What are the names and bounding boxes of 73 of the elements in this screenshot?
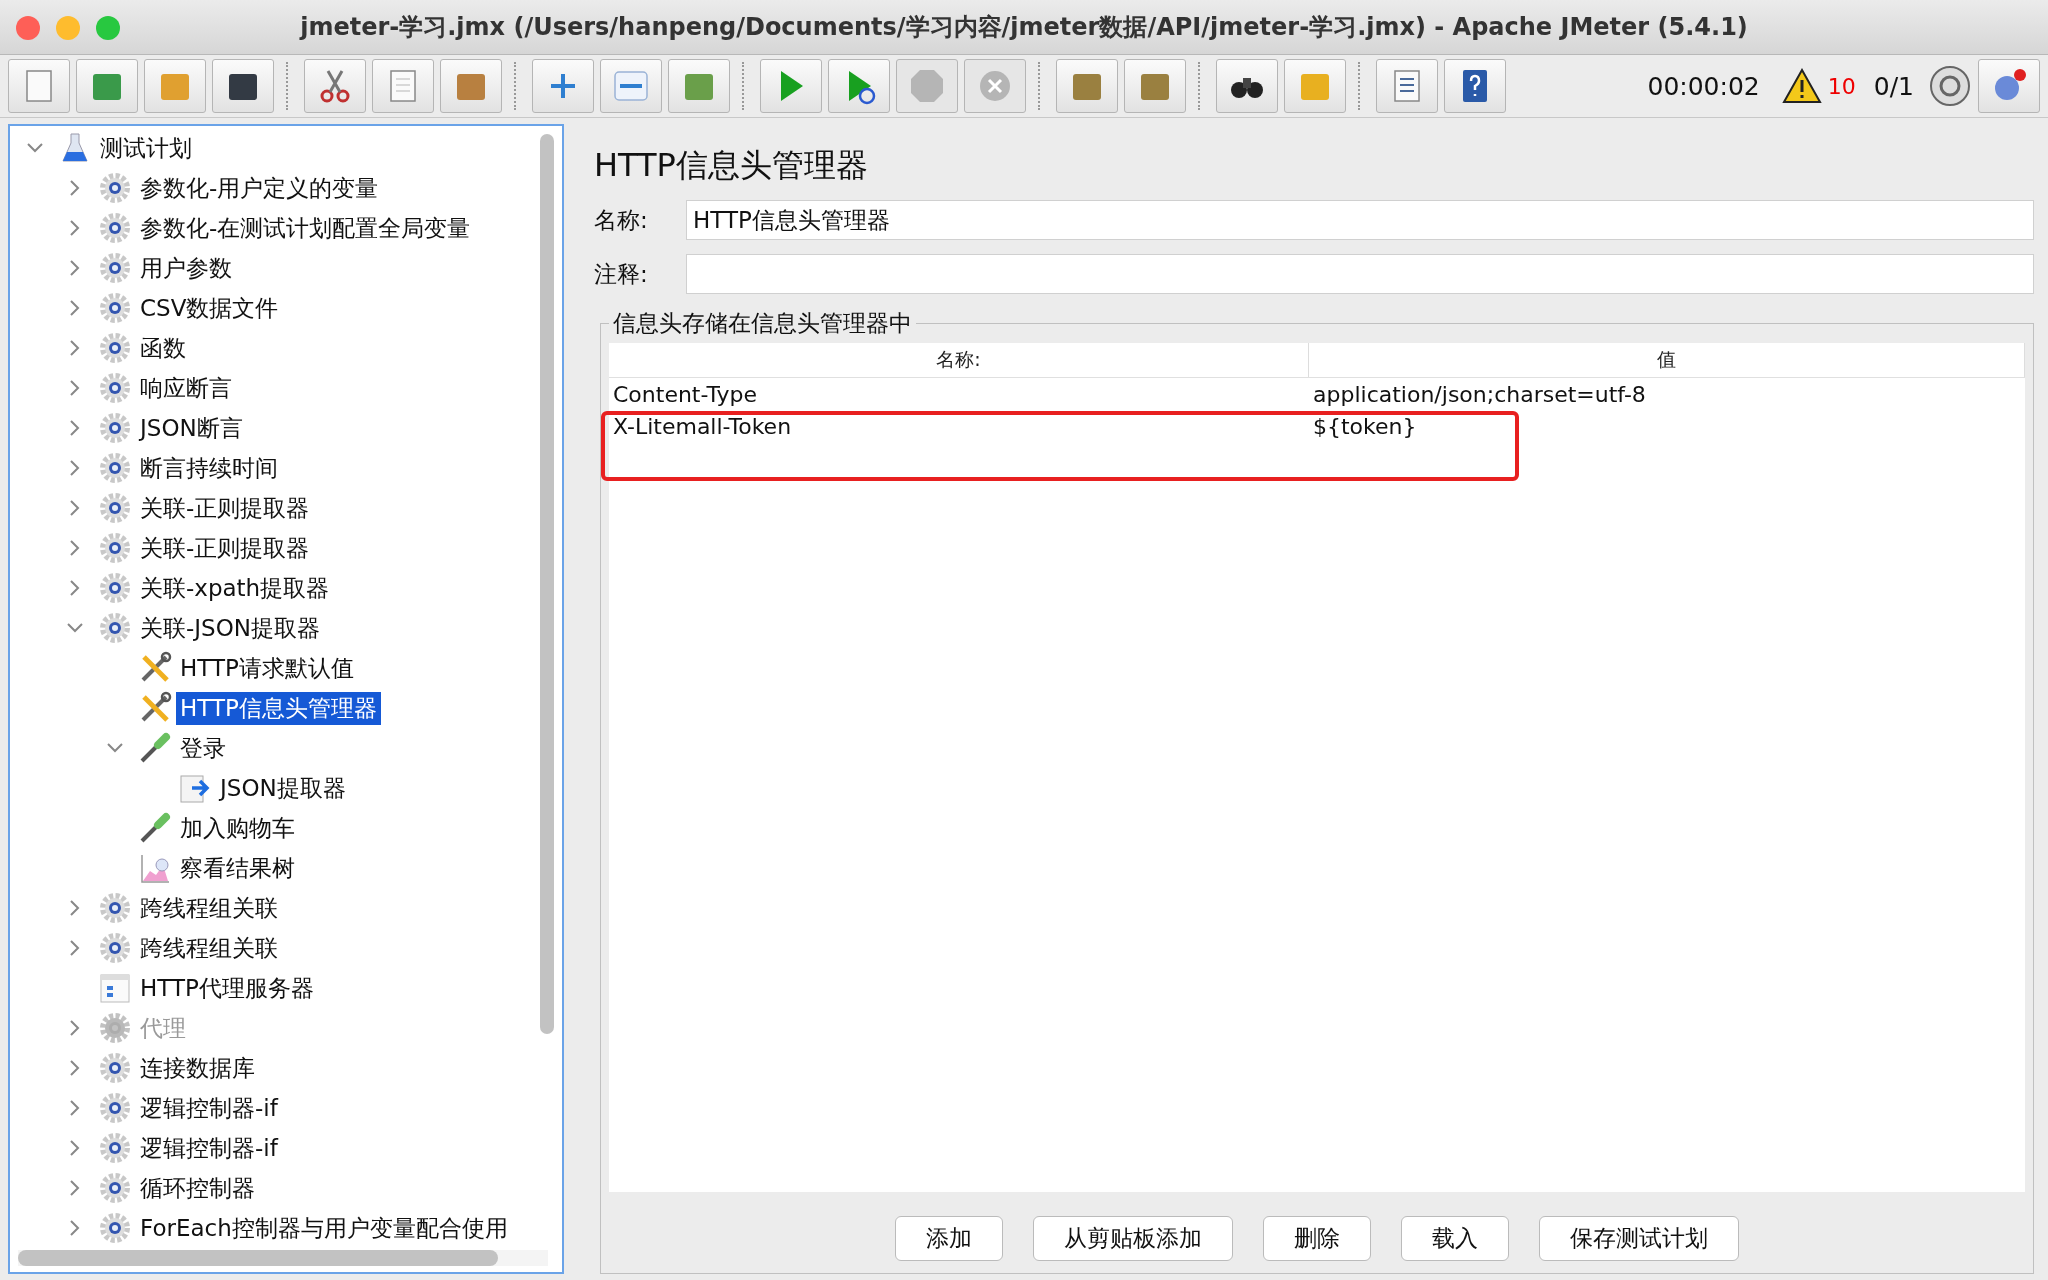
tree-node[interactable]: 循环控制器 bbox=[136, 1171, 259, 1205]
action-button[interactable]: 删除 bbox=[1263, 1216, 1371, 1261]
start-button[interactable] bbox=[760, 59, 822, 113]
tree-node[interactable]: 关联-正则提取器 bbox=[136, 531, 314, 565]
toggle-button[interactable] bbox=[668, 59, 730, 113]
tree-node[interactable]: 加入购物车 bbox=[176, 811, 299, 845]
tree-node[interactable]: 跨线程组关联 bbox=[136, 891, 282, 925]
tree-node[interactable]: 测试计划 bbox=[96, 131, 196, 165]
column-header[interactable]: 名称: bbox=[609, 343, 1309, 377]
remote-engines-icon[interactable] bbox=[1928, 64, 1972, 108]
copy-button[interactable] bbox=[372, 59, 434, 113]
tree-node[interactable]: 参数化-用户定义的变量 bbox=[136, 171, 383, 205]
tree-node[interactable]: HTTP请求默认值 bbox=[176, 651, 358, 685]
open-button[interactable] bbox=[144, 59, 206, 113]
new-button[interactable] bbox=[8, 59, 70, 113]
search-button[interactable] bbox=[1216, 59, 1278, 113]
tree-node[interactable]: JSON断言 bbox=[136, 411, 247, 445]
table-cell-text: Content-Type bbox=[612, 381, 758, 407]
window-title: jmeter-学习.jmx (/Users/hanpeng/Documents/学习内容/jmeter数据/API/jmeter-学习.jmx) - Apache JMeter (5.4.1) bbox=[300, 12, 1748, 43]
scrollbar-thumb[interactable] bbox=[18, 1250, 498, 1266]
close-button[interactable] bbox=[16, 16, 40, 40]
scrollbar-thumb[interactable] bbox=[540, 134, 554, 1034]
tree-node[interactable]: JSON提取器 bbox=[216, 771, 350, 805]
help-button[interactable] bbox=[1444, 59, 1506, 113]
paste-button[interactable] bbox=[440, 59, 502, 113]
tree-node[interactable]: 连接数据库 bbox=[136, 1051, 259, 1085]
tree-node[interactable]: 察看结果树 bbox=[176, 851, 299, 885]
tree-node[interactable]: 函数 bbox=[136, 331, 190, 365]
tree-node[interactable]: 用户参数 bbox=[136, 251, 236, 285]
action-button[interactable]: 保存测试计划 bbox=[1539, 1216, 1739, 1261]
field-label: 注释: bbox=[594, 259, 649, 289]
table-cell-text: X-Litemall-Token bbox=[612, 413, 793, 439]
tree-node[interactable]: HTTP代理服务器 bbox=[136, 971, 318, 1005]
action-button[interactable]: 从剪贴板添加 bbox=[1033, 1216, 1233, 1261]
reset-search-button[interactable] bbox=[1284, 59, 1346, 113]
clear-all-button[interactable] bbox=[1124, 59, 1186, 113]
table-cell-text: application/json;charset=utf-8 bbox=[1312, 381, 1647, 407]
function-helper-button[interactable] bbox=[1376, 59, 1438, 113]
zoom-button[interactable] bbox=[96, 16, 120, 40]
tree-node[interactable]: 断言持续时间 bbox=[136, 451, 282, 485]
clear-button[interactable] bbox=[1056, 59, 1118, 113]
warning-icon[interactable] bbox=[1781, 68, 1822, 104]
templates-button[interactable] bbox=[76, 59, 138, 113]
elapsed-time: 00:00:02 bbox=[1647, 71, 1760, 101]
tree-node[interactable]: CSV数据文件 bbox=[136, 291, 283, 325]
tree-node[interactable]: 逻辑控制器-if bbox=[136, 1131, 282, 1165]
tree-node[interactable]: 跨线程组关联 bbox=[136, 931, 282, 965]
tree-node[interactable]: ForEach控制器与用户变量配合使用 bbox=[136, 1211, 512, 1245]
thread-count: 0/1 bbox=[1873, 71, 1914, 101]
tree-node[interactable]: 关联-正则提取器 bbox=[136, 491, 314, 525]
action-button[interactable]: 载入 bbox=[1401, 1216, 1509, 1261]
tree-node[interactable]: 参数化-在测试计划配置全局变量 bbox=[136, 211, 475, 245]
tree-node[interactable]: 关联-xpath提取器 bbox=[136, 571, 334, 605]
tree-node[interactable]: 逻辑控制器-if bbox=[136, 1091, 282, 1125]
collapse-button[interactable] bbox=[600, 59, 662, 113]
field-label: 名称: bbox=[594, 205, 649, 235]
start-no-timers-button[interactable] bbox=[828, 59, 890, 113]
tree-node[interactable]: 登录 bbox=[176, 731, 230, 765]
action-button[interactable]: 添加 bbox=[895, 1216, 1003, 1261]
table-cell-text: ${token} bbox=[1312, 413, 1418, 439]
cut-button[interactable] bbox=[304, 59, 366, 113]
input-field[interactable]: HTTP信息头管理器 bbox=[686, 200, 2034, 240]
tree-node[interactable]: 响应断言 bbox=[136, 371, 236, 405]
group-title: 信息头存储在信息头管理器中 bbox=[612, 309, 913, 338]
tree-node[interactable]: HTTP信息头管理器 bbox=[176, 691, 381, 725]
panel-title: HTTP信息头管理器 bbox=[594, 145, 869, 186]
log-viewer-button[interactable] bbox=[1978, 59, 2040, 113]
input-field[interactable] bbox=[686, 254, 2034, 294]
save-button[interactable] bbox=[212, 59, 274, 113]
column-header[interactable]: 值 bbox=[1309, 343, 2025, 377]
tree-node[interactable]: 关联-JSON提取器 bbox=[136, 611, 324, 645]
expand-button[interactable] bbox=[532, 59, 594, 113]
error-count[interactable]: 10 bbox=[1827, 73, 1856, 99]
